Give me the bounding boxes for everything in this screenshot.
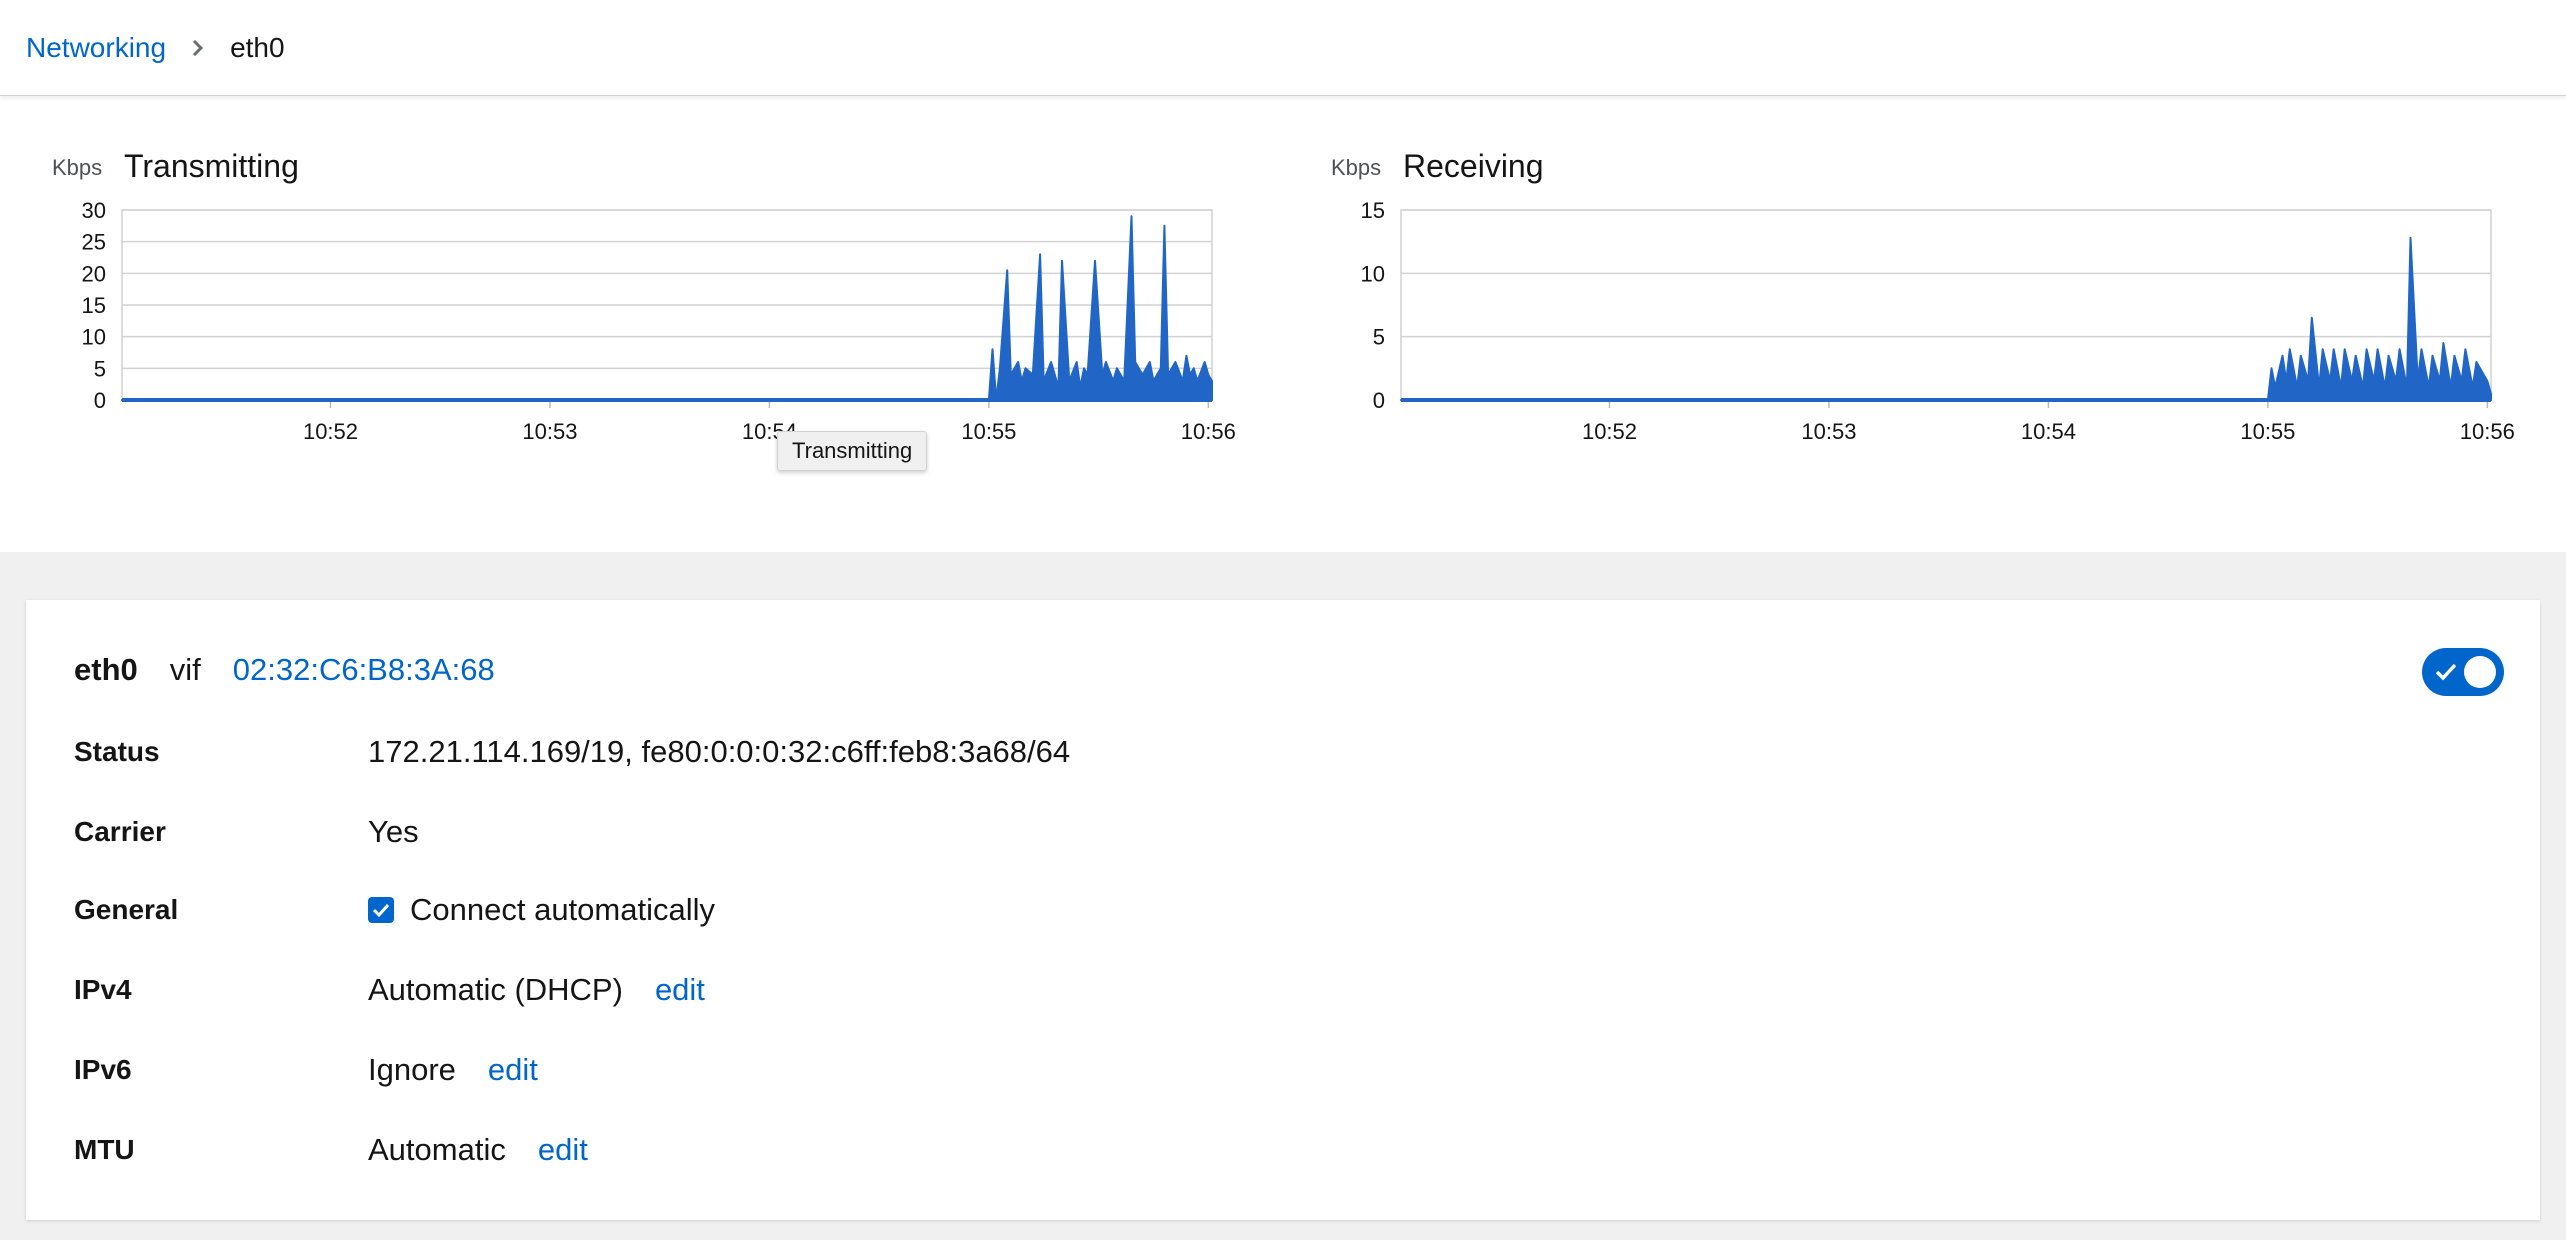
x-tick-label: 10:55 bbox=[2240, 419, 2295, 444]
traffic-charts: Kbps Transmitting 0 5 10 15 20 25 30 10:52 10:53 10… bbox=[0, 96, 2566, 552]
ipv6-edit-link[interactable]: edit bbox=[488, 1048, 538, 1092]
connect-automatically-checkbox[interactable] bbox=[368, 897, 394, 923]
general-row: General Connect automatically bbox=[74, 888, 2474, 932]
general-label: General bbox=[74, 894, 179, 925]
y-tick-label: 15 bbox=[1361, 198, 1385, 223]
y-tick-label: 30 bbox=[82, 198, 106, 223]
interface-mac-address: 02:32:C6:B8:3A:68 bbox=[232, 652, 495, 687]
x-tick-label: 10:55 bbox=[961, 419, 1016, 444]
check-icon bbox=[372, 903, 390, 918]
ipv4-row: IPv4 Automatic (DHCP) edit bbox=[74, 968, 2474, 1012]
interface-header: eth0 vif 02:32:C6:B8:3A:68 bbox=[74, 652, 495, 688]
y-tick-label: 0 bbox=[1373, 388, 1385, 413]
chevron-right-icon bbox=[192, 39, 204, 57]
interface-name: eth0 bbox=[74, 652, 138, 687]
x-tick-label: 10:54 bbox=[2021, 419, 2076, 444]
chart-title: Transmitting bbox=[124, 148, 299, 184]
y-tick-label: 0 bbox=[94, 388, 106, 413]
breadcrumb-current: eth0 bbox=[230, 31, 285, 63]
mtu-method: Automatic bbox=[368, 1132, 506, 1167]
interface-details-card: eth0 vif 02:32:C6:B8:3A:68 Status 172.21… bbox=[26, 600, 2540, 1220]
mtu-edit-link[interactable]: edit bbox=[538, 1128, 588, 1172]
x-tick-label: 10:56 bbox=[1181, 419, 1236, 444]
chart-tooltip: Transmitting bbox=[777, 431, 928, 471]
mtu-row: MTU Automatic edit bbox=[74, 1128, 2474, 1172]
status-value: 172.21.114.169/19, fe80:0:0:0:32:c6ff:fe… bbox=[368, 734, 1071, 769]
receiving-chart: Kbps Receiving 0 5 10 15 10:52 10:53 10:54 10:55 1… bbox=[1331, 148, 2515, 444]
status-row: Status 172.21.114.169/19, fe80:0:0:0:32:… bbox=[74, 730, 2474, 774]
check-icon bbox=[2434, 660, 2458, 689]
x-tick-label: 10:52 bbox=[303, 419, 358, 444]
x-tick-label: 10:56 bbox=[2460, 419, 2515, 444]
status-label: Status bbox=[74, 736, 160, 767]
ipv6-value: Ignore edit bbox=[368, 1048, 538, 1092]
toggle-knob bbox=[2464, 656, 2496, 688]
carrier-value: Yes bbox=[368, 814, 419, 849]
y-unit-label: Kbps bbox=[52, 155, 102, 180]
general-value: Connect automatically bbox=[368, 888, 715, 932]
interface-type: vif bbox=[169, 652, 201, 687]
series-area bbox=[121, 215, 1213, 401]
connect-automatically-label[interactable]: Connect automatically bbox=[410, 888, 715, 932]
y-tick-label: 15 bbox=[82, 293, 106, 318]
mtu-value: Automatic edit bbox=[368, 1128, 588, 1172]
chart-title: Receiving bbox=[1403, 148, 1544, 184]
ipv6-row: IPv6 Ignore edit bbox=[74, 1048, 2474, 1092]
ipv6-method: Ignore bbox=[368, 1052, 456, 1087]
y-tick-label: 10 bbox=[82, 325, 106, 350]
breadcrumb: Networking eth0 bbox=[0, 0, 2566, 96]
breadcrumb-networking-link[interactable]: Networking bbox=[26, 32, 166, 64]
y-unit-label: Kbps bbox=[1331, 155, 1381, 180]
y-tick-label: 5 bbox=[94, 356, 106, 381]
interface-enable-toggle[interactable] bbox=[2422, 648, 2504, 696]
x-tick-label: 10:53 bbox=[1801, 419, 1856, 444]
transmitting-chart: Kbps Transmitting 0 5 10 15 20 25 30 10:52 10:53 10… bbox=[52, 148, 1236, 444]
ipv4-value: Automatic (DHCP) edit bbox=[368, 968, 705, 1012]
ipv6-label: IPv6 bbox=[74, 1054, 132, 1085]
series-area bbox=[1400, 236, 2492, 401]
y-tick-label: 10 bbox=[1361, 261, 1385, 286]
mtu-label: MTU bbox=[74, 1134, 135, 1165]
ipv4-edit-link[interactable]: edit bbox=[655, 968, 705, 1012]
y-tick-label: 20 bbox=[82, 261, 106, 286]
y-tick-label: 25 bbox=[82, 230, 106, 255]
y-tick-label: 5 bbox=[1373, 325, 1385, 350]
x-tick-label: 10:53 bbox=[522, 419, 577, 444]
carrier-row: Carrier Yes bbox=[74, 810, 2474, 854]
x-tick-label: 10:52 bbox=[1582, 419, 1637, 444]
carrier-label: Carrier bbox=[74, 816, 166, 847]
ipv4-method: Automatic (DHCP) bbox=[368, 972, 623, 1007]
ipv4-label: IPv4 bbox=[74, 974, 132, 1005]
